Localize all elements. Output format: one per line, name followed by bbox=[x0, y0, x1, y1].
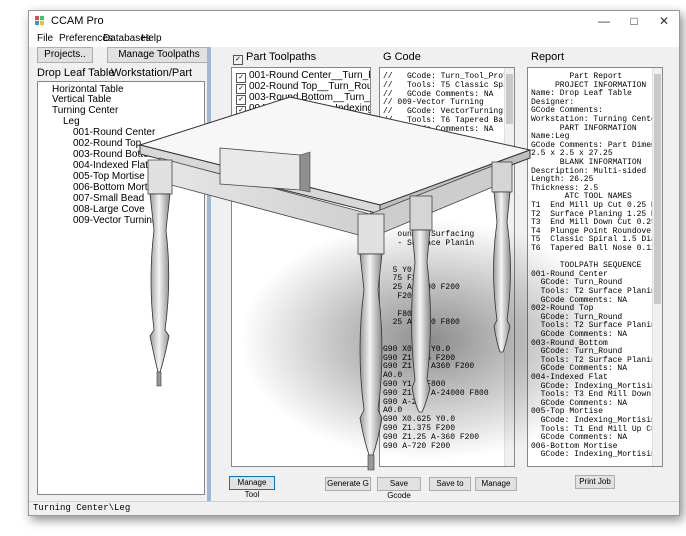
apron-joint bbox=[299, 151, 311, 193]
table-leg-back-right bbox=[491, 161, 513, 353]
end-apron bbox=[219, 147, 301, 191]
table-leg-front-left bbox=[147, 159, 173, 387]
table-3d-render bbox=[138, 96, 620, 471]
